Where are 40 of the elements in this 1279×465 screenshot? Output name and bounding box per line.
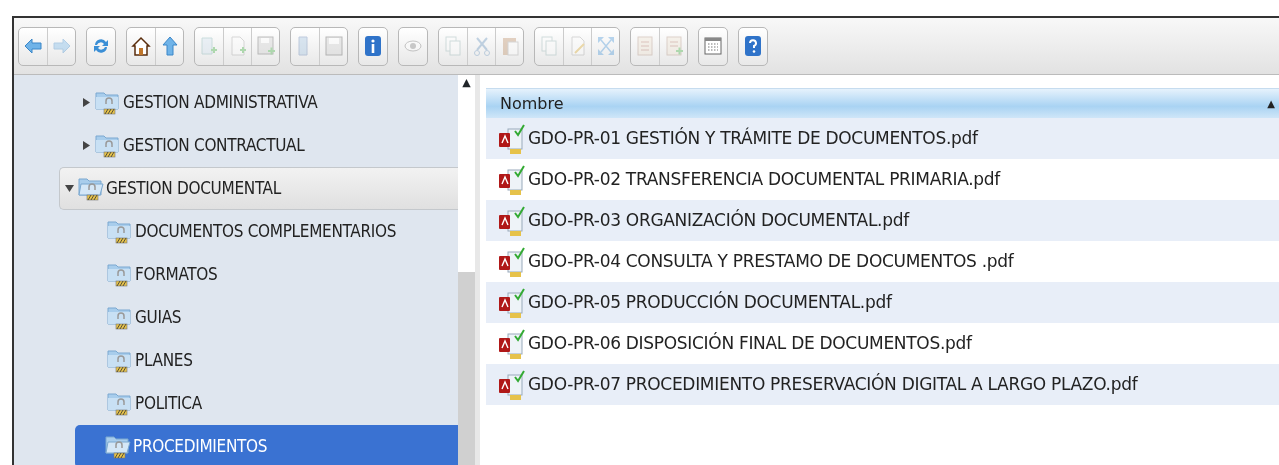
scroll-up-arrow[interactable]: ▲ — [458, 75, 475, 92]
expand-arrows-icon — [595, 35, 616, 57]
pdf-file-icon — [498, 368, 528, 401]
help-icon — [743, 35, 763, 57]
up-arrow-icon — [159, 35, 180, 57]
pdf-file-icon — [498, 204, 528, 237]
pdf-file-icon — [498, 163, 528, 196]
tree-item[interactable]: PLANES — [14, 339, 458, 382]
pdf-file-icon — [498, 286, 528, 319]
calendar-icon — [703, 35, 723, 57]
form-plus-icon — [663, 35, 684, 57]
tree-item[interactable]: GESTION ADMINISTRATIVA — [14, 81, 458, 124]
floppy-icon — [323, 35, 344, 57]
copy-icon — [539, 35, 559, 57]
file-row[interactable]: GDO-PR-02 TRANSFERENCIA DOCUMENTAL PRIMARIA.pdf — [486, 159, 1279, 200]
tree-item[interactable]: GESTION CONTRACTUAL — [14, 124, 458, 167]
form-icon — [635, 35, 655, 57]
scrollbar-thumb[interactable] — [458, 271, 475, 465]
file-row[interactable]: GDO-PR-04 CONSULTA Y PRESTAMO DE DOCUMENTOS .pdf — [486, 241, 1279, 282]
house-icon — [131, 35, 151, 57]
pdf-file-icon — [498, 327, 528, 360]
tree-item[interactable]: GESTION DOCUMENTAL — [59, 167, 458, 210]
file-row[interactable]: GDO-PR-06 DISPOSICIÓN FINAL DE DOCUMENTOS.pdf — [486, 323, 1279, 364]
file-row[interactable]: GDO-PR-07 PROCEDIMIENTO PRESERVACIÓN DIGITAL A LARGO PLAZO.pdf — [486, 364, 1279, 405]
tree-item[interactable]: GUIAS — [14, 296, 458, 339]
pdf-file-icon — [498, 245, 528, 278]
scissors-icon — [471, 35, 492, 57]
selected-tree-item[interactable]: PROCEDIMIENTOS — [75, 425, 458, 465]
file-row[interactable]: GDO-PR-03 ORGANIZACIÓN DOCUMENTAL.pdf — [486, 200, 1279, 241]
pdf-file-icon — [498, 122, 528, 155]
tree-item[interactable]: DOCUMENTOS COMPLEMENTARIOS — [14, 210, 458, 253]
folder-plus-icon — [199, 35, 219, 57]
floppy-plus-icon — [255, 35, 276, 57]
info-icon — [363, 35, 383, 57]
file-row[interactable]: GDO-PR-01 GESTIÓN Y TRÁMITE DE DOCUMENTOS.pdf — [486, 118, 1279, 159]
column-header[interactable]: Nombre ▲ — [486, 88, 1279, 118]
tree-item[interactable]: FORMATOS — [14, 253, 458, 296]
file-row[interactable]: GDO-PR-05 PRODUCCIÓN DOCUMENTAL.pdf — [486, 282, 1279, 323]
copy-icon — [443, 35, 463, 57]
tree-item[interactable]: POLITICA — [14, 382, 458, 425]
